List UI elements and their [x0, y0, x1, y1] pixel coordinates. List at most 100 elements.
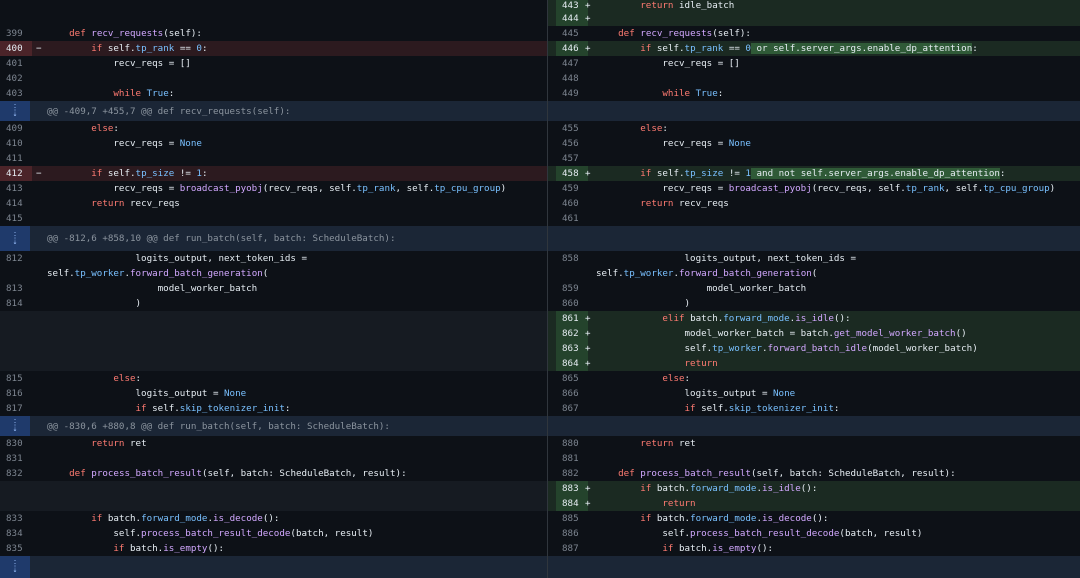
line-number[interactable]: 831: [0, 451, 32, 466]
code-text: if self.tp_size != 1:: [47, 166, 547, 181]
line-number[interactable]: 860: [556, 296, 588, 311]
right-pane-line: 863 + self.tp_worker.forward_batch_idle(m…: [548, 341, 1080, 356]
line-number[interactable]: 461: [556, 211, 588, 226]
left-pane-line: [0, 311, 547, 326]
line-number[interactable]: 834: [0, 526, 32, 541]
line-number[interactable]: 886: [556, 526, 588, 541]
line-number[interactable]: 413: [0, 181, 32, 196]
code-token: (: [262, 268, 269, 279]
expand-icon[interactable]: ⋮ ⇣: [0, 226, 30, 251]
line-number[interactable]: 401: [0, 56, 32, 71]
addition-marker: +: [585, 483, 591, 494]
line-number[interactable]: 458: [556, 166, 588, 181]
expand-icon[interactable]: ⋮ ⇣: [0, 416, 30, 436]
line-number[interactable]: 866: [556, 386, 588, 401]
line-number[interactable]: 449: [556, 86, 588, 101]
line-number[interactable]: 410: [0, 136, 32, 151]
line-number[interactable]: 399: [0, 26, 32, 41]
line-number[interactable]: 455: [556, 121, 588, 136]
code-token: return: [640, 198, 674, 209]
code-token: (self):: [712, 28, 751, 39]
expand-icon[interactable]: ⋮ ⇣: [0, 556, 30, 578]
line-number[interactable]: 887: [556, 541, 588, 556]
line-number[interactable]: 815: [0, 371, 32, 386]
left-pane-line: 815 else:: [0, 371, 547, 386]
line-number[interactable]: 861: [556, 311, 588, 326]
addition-marker: +: [585, 43, 591, 54]
line-number[interactable]: 448: [556, 71, 588, 86]
line-number[interactable]: 832: [0, 466, 32, 481]
line-number[interactable]: 443: [556, 0, 588, 11]
line-number[interactable]: 817: [0, 401, 32, 416]
line-number[interactable]: 884: [556, 496, 588, 511]
right-pane-line: 865 else:: [548, 371, 1080, 386]
line-number[interactable]: 833: [0, 511, 32, 526]
line-number[interactable]: 400: [0, 41, 32, 56]
line-number[interactable]: 446: [556, 41, 588, 56]
right-pane-line: 884 + return: [548, 496, 1080, 511]
right-pane-line: 881: [548, 451, 1080, 466]
code-token: None: [728, 138, 751, 149]
line-number[interactable]: 865: [556, 371, 588, 386]
line-number[interactable]: 457: [556, 151, 588, 166]
left-pane-line: 415: [0, 211, 547, 226]
code-text: def recv_requests(self):: [47, 26, 547, 41]
line-number[interactable]: 460: [556, 196, 588, 211]
line-number[interactable]: 414: [0, 196, 32, 211]
line-number[interactable]: 412: [0, 166, 32, 181]
code-text: return ret: [596, 436, 1080, 451]
code-text: self.tp_worker.forward_batch_generation(: [47, 266, 547, 281]
line-number[interactable]: 858: [556, 251, 588, 266]
right-pane-line: 862 + model_worker_batch = batch.get_mode…: [548, 326, 1080, 341]
line-number[interactable]: 409: [0, 121, 32, 136]
line-number[interactable]: 447: [556, 56, 588, 71]
line-number[interactable]: 402: [0, 71, 32, 86]
line-number[interactable]: 862: [556, 326, 588, 341]
line-number[interactable]: 444: [556, 11, 588, 26]
line-number[interactable]: 835: [0, 541, 32, 556]
code-token: batch.: [673, 543, 713, 554]
line-number[interactable]: 882: [556, 466, 588, 481]
code-token: return: [640, 0, 674, 11]
right-pane-line: 886 self.process_batch_result_decode(bat…: [548, 526, 1080, 541]
line-number[interactable]: 403: [0, 86, 32, 101]
line-number[interactable]: 885: [556, 511, 588, 526]
line-number[interactable]: 812: [0, 251, 32, 266]
expand-icon[interactable]: ⋮ ⇣: [0, 101, 30, 121]
line-number[interactable]: 816: [0, 386, 32, 401]
line-number[interactable]: 867: [556, 401, 588, 416]
line-number[interactable]: 881: [556, 451, 588, 466]
code-token: idle_batch: [673, 0, 735, 11]
line-number[interactable]: 859: [556, 281, 588, 296]
diff-row: 409 else: 455 else:: [0, 121, 1080, 136]
code-token: if: [91, 513, 103, 524]
line-number[interactable]: 456: [556, 136, 588, 151]
line-number[interactable]: 415: [0, 211, 32, 226]
line-number[interactable]: 445: [556, 26, 588, 41]
code-text: while True:: [596, 86, 1080, 101]
line-number[interactable]: 864: [556, 356, 588, 371]
diff-row: 884 + return: [0, 496, 1080, 511]
right-pane-line: self.tp_worker.forward_batch_generation(: [548, 266, 1080, 281]
code-token: skip_tokenizer_init: [728, 403, 834, 414]
code-token: return: [640, 438, 674, 449]
code-text: self.tp_worker.forward_batch_idle(model_…: [596, 341, 1080, 356]
diff-row: 414 return recv_reqs 460 return recv_reqs: [0, 196, 1080, 211]
line-number[interactable]: 813: [0, 281, 32, 296]
line-number[interactable]: 459: [556, 181, 588, 196]
line-number[interactable]: 880: [556, 436, 588, 451]
line-number[interactable]: 863: [556, 341, 588, 356]
line-number[interactable]: 814: [0, 296, 32, 311]
code-text: ): [47, 296, 547, 311]
line-number[interactable]: 411: [0, 151, 32, 166]
code-token: self.: [102, 168, 136, 179]
code-token: recv_requests: [640, 28, 713, 39]
line-number[interactable]: 883: [556, 481, 588, 496]
code-token: True: [695, 88, 718, 99]
line-number[interactable]: 830: [0, 436, 32, 451]
code-text: return: [596, 356, 1080, 371]
left-pane-line: [0, 341, 547, 356]
diff-row: 835 if batch.is_empty(): 887 if batch.is_…: [0, 541, 1080, 556]
